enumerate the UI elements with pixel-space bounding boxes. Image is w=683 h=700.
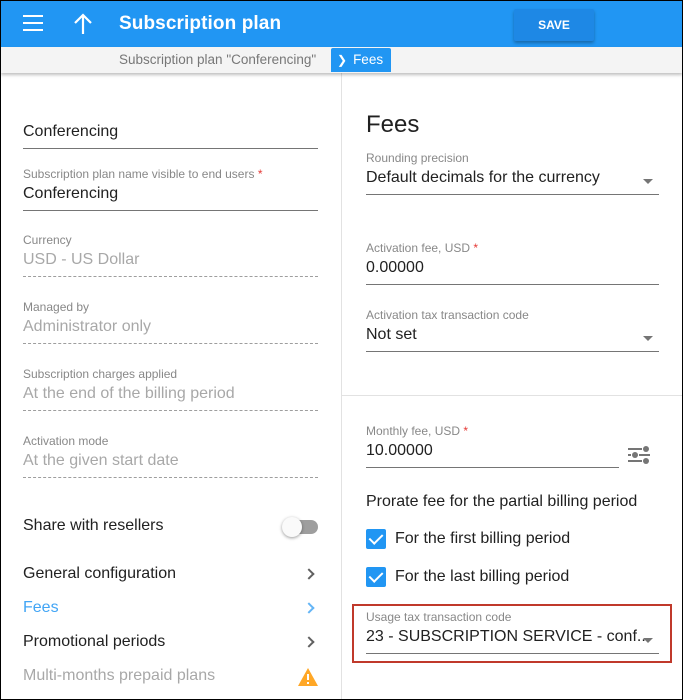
dropdown-arrow-icon [643,336,653,341]
nav-multi-months-prepaid-plans[interactable]: Multi-months prepaid plans [23,667,319,689]
currency-field: Currency USD - US Dollar [23,233,318,277]
dropdown-arrow-icon [643,638,653,643]
tune-icon[interactable] [628,446,650,464]
checkbox-checked-icon[interactable] [366,529,386,549]
activation-tax-select[interactable]: Activation tax transaction code Not set [366,308,659,352]
left-panel: Conferencing Subscription plan name visi… [1,73,341,699]
breadcrumb-plan[interactable]: Subscription plan "Conferencing" [119,52,316,67]
monthly-fee-input[interactable]: Monthly fee, USD * 10.00000 [366,424,619,468]
visible-name-value[interactable]: Conferencing [23,185,318,203]
chevron-right-icon [303,636,315,648]
section-divider [342,395,682,396]
breadcrumb-fees[interactable]: ❯ Fees [331,48,391,72]
chevron-right-icon: ❯ [337,53,348,67]
breadcrumb: Subscription plan "Conferencing" ❯ Fees [1,47,682,73]
prorate-last-checkbox[interactable]: For the last billing period [366,567,569,587]
app-window: Subscription plan SAVE Subscription plan… [1,1,682,699]
activation-mode-field: Activation mode At the given start date [23,434,318,478]
prorate-title: Prorate fee for the partial billing peri… [366,493,638,510]
prorate-first-checkbox[interactable]: For the first billing period [366,529,570,549]
plan-name-field[interactable]: Conferencing [23,119,318,149]
nav-promotional-periods[interactable]: Promotional periods [23,633,319,655]
charges-applied-field: Subscription charges applied At the end … [23,367,318,411]
nav-fees[interactable]: Fees [23,599,319,621]
checkbox-checked-icon[interactable] [366,567,386,587]
fees-heading: Fees [366,111,420,138]
managed-by-field: Managed by Administrator only [23,300,318,344]
visible-name-field[interactable]: Subscription plan name visible to end us… [23,167,318,211]
usage-tax-select[interactable]: Usage tax transaction code 23 - SUBSCRIP… [366,610,659,654]
fees-panel: Fees Rounding precision Default decimals… [342,73,682,699]
app-bar: Subscription plan SAVE [1,1,682,47]
plan-name-value[interactable]: Conferencing [23,123,318,141]
dropdown-arrow-icon [643,179,653,184]
share-label: Share with resellers [23,517,164,534]
chevron-right-icon [303,568,315,580]
arrow-up-icon[interactable] [72,12,94,36]
chevron-right-icon [303,602,315,614]
nav-general-configuration[interactable]: General configuration [23,565,319,587]
save-button[interactable]: SAVE [514,9,594,41]
rounding-precision-select[interactable]: Rounding precision Default decimals for … [366,151,659,195]
visible-name-label: Subscription plan name visible to end us… [23,167,263,181]
menu-icon[interactable] [23,15,45,33]
warning-icon [298,668,318,686]
page-title: Subscription plan [119,13,282,34]
share-toggle[interactable] [282,517,320,537]
activation-fee-input[interactable]: Activation fee, USD * 0.00000 [366,241,659,285]
